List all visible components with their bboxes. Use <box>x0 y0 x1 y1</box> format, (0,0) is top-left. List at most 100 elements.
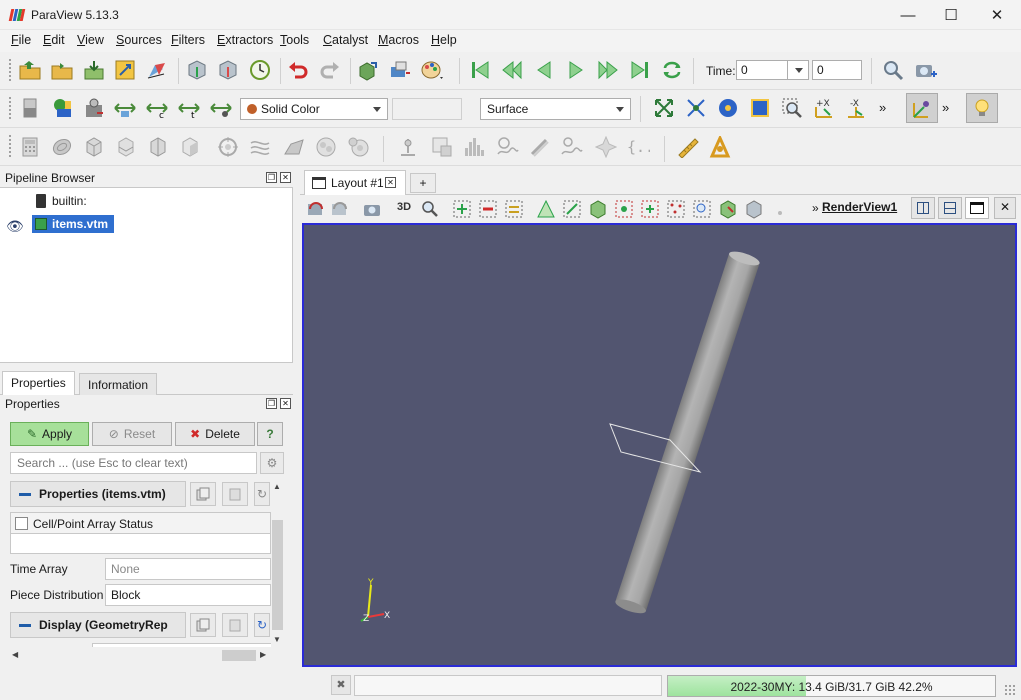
clear-selection-icon[interactable] <box>768 197 792 221</box>
camera-redo-icon[interactable] <box>388 58 412 82</box>
probe-location-icon[interactable] <box>396 135 420 159</box>
time-array-select[interactable]: None <box>105 558 271 580</box>
pipeline-item-items-vtm[interactable]: items.vtm <box>32 215 114 233</box>
save-data-icon[interactable] <box>82 58 106 82</box>
zoom-to-box-view-icon[interactable] <box>418 197 442 221</box>
select-block-icon[interactable] <box>586 197 610 221</box>
resize-grip-icon[interactable] <box>1004 684 1016 696</box>
render-view-chevron-icon[interactable]: » <box>812 201 819 215</box>
pipeline-item-builtin[interactable]: builtin: <box>52 194 87 208</box>
section-properties-header[interactable]: Properties (items.vtm) <box>10 481 186 507</box>
panel-splitter[interactable] <box>293 168 300 668</box>
loop-icon[interactable] <box>660 58 684 82</box>
camera-undo-icon[interactable] <box>356 58 380 82</box>
connect-icon[interactable] <box>113 58 137 82</box>
grow-selection-icon[interactable] <box>716 197 740 221</box>
contour-icon[interactable] <box>50 135 74 159</box>
piece-distribution-select[interactable]: Block <box>105 584 271 606</box>
load-state-icon[interactable] <box>185 58 209 82</box>
tab-information[interactable]: Information <box>79 373 158 395</box>
menu-sources[interactable]: Sources <box>116 33 162 47</box>
time-value-input[interactable]: 0 <box>736 60 788 80</box>
calculator-icon[interactable] <box>18 135 42 159</box>
interactive-select-points-icon[interactable] <box>638 197 662 221</box>
menu-macros[interactable]: Macros <box>378 33 419 47</box>
python-script-icon[interactable]: {..} <box>626 135 650 159</box>
select-points-on-icon[interactable] <box>476 197 500 221</box>
properties-vertical-scrollbar[interactable]: ▲ ▼ <box>271 480 284 648</box>
reset-range-icon[interactable] <box>82 96 106 120</box>
properties-search-input[interactable]: Search ... (use Esc to clear text) <box>10 452 257 474</box>
stream-tracer-icon[interactable] <box>248 135 272 159</box>
save-state-icon[interactable] <box>216 58 240 82</box>
rescale-temporal-icon[interactable]: t <box>177 96 201 120</box>
undock-icon[interactable]: ❐ <box>266 172 277 183</box>
reverse-play-icon[interactable] <box>532 58 556 82</box>
hover-points-icon[interactable] <box>664 197 688 221</box>
extract-level-icon[interactable] <box>346 135 370 159</box>
reset-camera-icon[interactable] <box>652 96 676 120</box>
menu-file[interactable]: File <box>11 33 31 47</box>
split-horizontal-icon[interactable] <box>911 197 935 219</box>
maximize-button[interactable]: ☐ <box>928 0 974 30</box>
delete-button[interactable]: ✖ Delete <box>175 422 255 446</box>
time-dropdown[interactable] <box>787 60 809 80</box>
previous-frame-icon[interactable] <box>500 58 524 82</box>
plot-global-variables-icon[interactable] <box>560 135 584 159</box>
camera-redo-view-icon[interactable] <box>328 197 352 221</box>
restore-defaults-icon[interactable]: ↻ <box>254 482 270 506</box>
properties-horizontal-scroll-thumb[interactable] <box>222 650 256 661</box>
clip-icon[interactable] <box>82 135 106 159</box>
color-map-editor-icon[interactable] <box>50 96 74 120</box>
eye-visibility-icon[interactable]: 👁 <box>6 218 24 235</box>
time-step-spinbox[interactable]: 0 <box>812 60 862 80</box>
close-panel-icon[interactable]: ✕ <box>280 172 291 183</box>
menu-edit[interactable]: Edit <box>43 33 65 47</box>
coloring-dropdown[interactable]: Solid Color <box>240 98 388 120</box>
time-inspector-icon[interactable] <box>248 58 272 82</box>
menu-help[interactable]: Help <box>431 33 457 47</box>
render-view-canvas[interactable]: Y X Z <box>302 223 1017 667</box>
zoom-to-data-icon[interactable] <box>882 58 906 82</box>
close-properties-icon[interactable]: ✕ <box>280 398 291 409</box>
last-frame-icon[interactable] <box>628 58 652 82</box>
glyph-icon[interactable] <box>216 135 240 159</box>
first-frame-icon[interactable] <box>468 58 492 82</box>
close-button[interactable]: ✕ <box>974 0 1020 30</box>
rescale-view-icon[interactable] <box>209 96 233 120</box>
menu-catalyst[interactable]: Catalyst <box>323 33 368 47</box>
plot-selection-over-time-icon[interactable] <box>528 135 552 159</box>
select-cells-on-icon[interactable] <box>450 197 474 221</box>
color-palette-icon[interactable] <box>145 58 169 82</box>
paste-display-icon[interactable] <box>222 613 248 637</box>
palette-menu-icon[interactable] <box>420 58 444 82</box>
warp-by-vector-icon[interactable] <box>282 135 306 159</box>
3d-toggle-button[interactable]: 3D <box>397 201 411 213</box>
redo-icon[interactable] <box>318 58 342 82</box>
copy-display-icon[interactable] <box>190 613 216 637</box>
protractor-icon[interactable] <box>708 135 732 159</box>
menu-tools[interactable]: Tools <box>280 33 309 47</box>
copy-properties-icon[interactable] <box>190 482 216 506</box>
minimize-button[interactable]: — <box>885 0 931 30</box>
undock-properties-icon[interactable]: ❐ <box>266 398 277 409</box>
open-file-icon[interactable] <box>18 58 42 82</box>
plot-data-over-time-icon[interactable] <box>496 135 520 159</box>
view-minus-x-icon[interactable]: -X <box>844 96 868 120</box>
select-cells-through-icon[interactable] <box>502 197 526 221</box>
pick-center-icon[interactable] <box>748 96 772 120</box>
maximize-view-icon[interactable] <box>965 197 989 219</box>
toggle-visibility-icon[interactable] <box>18 96 42 120</box>
toolbar-overflow-chevron-icon[interactable]: » <box>879 100 886 115</box>
tab-layout-1[interactable]: Layout #1 ✕ <box>304 170 406 195</box>
zoom-closest-icon[interactable] <box>684 96 708 120</box>
select-points-through-icon[interactable] <box>534 197 558 221</box>
help-button[interactable]: ? <box>257 422 283 446</box>
hover-cells-icon[interactable] <box>690 197 714 221</box>
shrink-selection-icon[interactable] <box>742 197 766 221</box>
menu-extractors[interactable]: Extractors <box>217 33 273 47</box>
view-plus-x-icon[interactable]: +X <box>812 96 836 120</box>
interactive-select-cells-icon[interactable] <box>612 197 636 221</box>
menu-filters[interactable]: Filters <box>171 33 205 47</box>
close-layout-icon[interactable]: ✕ <box>385 177 396 188</box>
